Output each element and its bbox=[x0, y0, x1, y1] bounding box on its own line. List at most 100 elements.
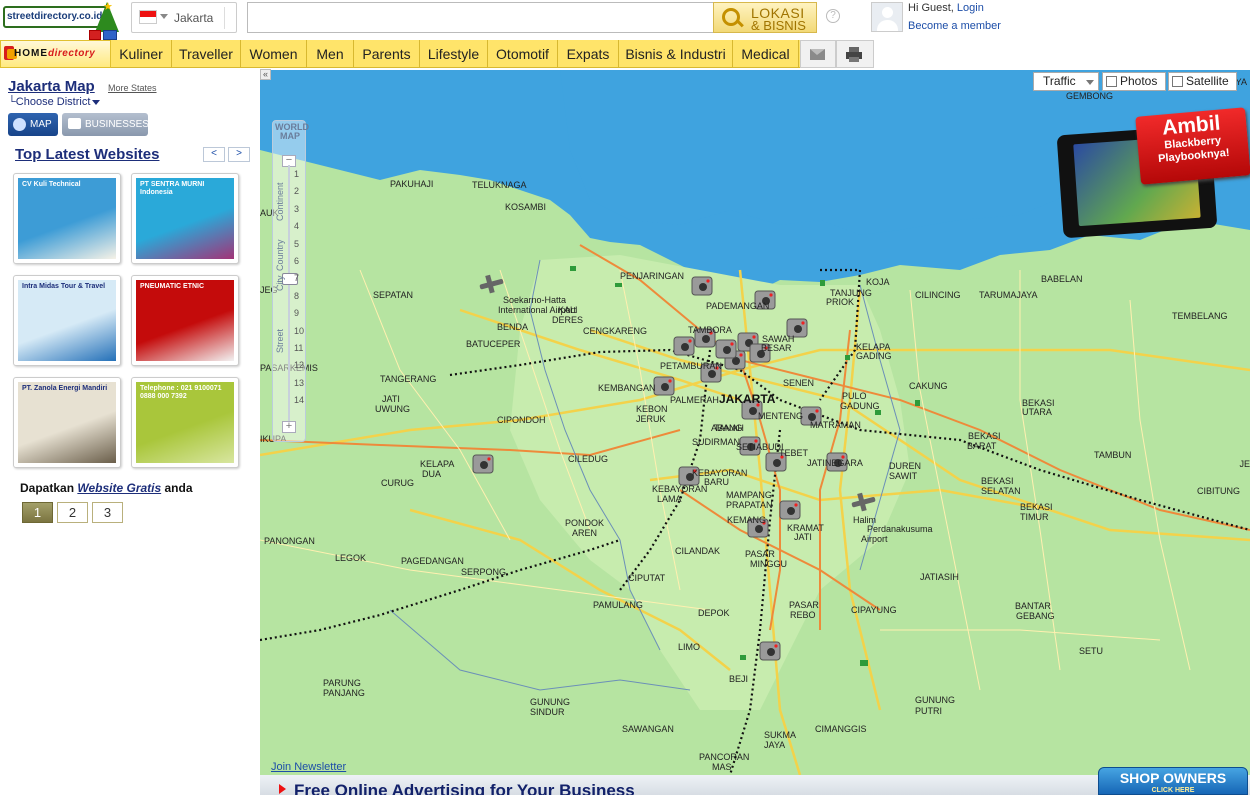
website-thumbnail[interactable]: PNEUMATIC ETNIC bbox=[131, 275, 239, 366]
place-label: SUDIRMAN bbox=[692, 437, 740, 447]
login-link[interactable]: Login bbox=[957, 2, 984, 14]
nav-item-women[interactable]: Women bbox=[241, 40, 307, 68]
place-label: SUKMA bbox=[764, 730, 796, 740]
traffic-camera-icon[interactable] bbox=[653, 376, 675, 396]
traffic-camera-icon[interactable] bbox=[673, 336, 695, 356]
place-label: GUNUNG bbox=[915, 695, 955, 705]
chevron-down-icon bbox=[92, 99, 101, 105]
gratis-prefix: Dapatkan bbox=[20, 481, 78, 495]
nav-item-otomotif[interactable]: Otomotif bbox=[488, 40, 558, 68]
top-latest-websites-title[interactable]: Top Latest Websites bbox=[15, 146, 159, 163]
nav-item-bisnis-industri[interactable]: Bisnis & Industri bbox=[619, 40, 733, 68]
place-label: JERUK bbox=[636, 414, 666, 424]
businesses-view-button[interactable]: BUSINESSES bbox=[62, 113, 149, 136]
nav-item-lifestyle[interactable]: Lifestyle bbox=[420, 40, 488, 68]
place-label: GUNUNG bbox=[530, 697, 570, 707]
place-label: KEBAYORAN bbox=[652, 484, 707, 494]
place-label: CENGKARENG bbox=[583, 326, 647, 336]
email-button[interactable] bbox=[800, 40, 836, 68]
site-logo[interactable]: streetdirectory.co.id ★ bbox=[3, 1, 121, 40]
world-map-button[interactable]: WORLD MAP bbox=[275, 123, 309, 141]
zoom-in-button[interactable]: + bbox=[282, 421, 296, 433]
page-button-1[interactable]: 1 bbox=[22, 502, 53, 523]
arrow-right-icon bbox=[279, 784, 286, 794]
zoom-tick-label: 2 bbox=[294, 186, 300, 197]
website-thumbnail[interactable]: Intra Midas Tour & Travel bbox=[13, 275, 121, 366]
place-label: TEBET bbox=[779, 448, 809, 458]
traffic-layer-dropdown[interactable]: Traffic bbox=[1033, 72, 1099, 91]
place-label: MAS bbox=[712, 762, 732, 772]
place-label: JAKARTA bbox=[719, 392, 776, 406]
place-label: SAWANGAN bbox=[622, 724, 674, 734]
next-arrow-button[interactable]: > bbox=[228, 147, 250, 162]
place-label: PALMERAH bbox=[670, 395, 719, 405]
zoom-control[interactable]: WORLD MAP − + 1 2 3 4 5 6 7 8 9 10 11 12 13 14 Contine… bbox=[272, 120, 309, 442]
help-icon[interactable]: ? bbox=[826, 9, 840, 23]
website-thumbnail[interactable]: PT. Zanola Energi Mandiri bbox=[13, 377, 121, 468]
zoom-tick-label: 5 bbox=[294, 238, 300, 249]
nav-home-prefix: HOME bbox=[14, 48, 48, 59]
place-label: SERPONG bbox=[461, 567, 506, 577]
place-label: UTARA bbox=[1022, 407, 1052, 417]
nav-item-men[interactable]: Men bbox=[307, 40, 354, 68]
place-label: SAWIT bbox=[889, 471, 918, 481]
place-label: DUA bbox=[422, 469, 441, 479]
zoom-tick-label: 4 bbox=[294, 221, 300, 232]
website-thumbnail[interactable]: Telephone : 021 9100071 0888 000 7392 bbox=[131, 377, 239, 468]
greeting-text: Hi Guest, bbox=[908, 2, 957, 14]
nav-item-expats[interactable]: Expats bbox=[558, 40, 619, 68]
zoom-tick-label: 14 bbox=[294, 395, 305, 406]
print-button[interactable] bbox=[836, 40, 874, 68]
globe-icon bbox=[13, 118, 26, 131]
place-label: PAGEDANGAN bbox=[401, 556, 464, 566]
place-label: PULO bbox=[842, 391, 867, 401]
place-label: CURUG bbox=[381, 478, 414, 488]
nav-item-parents[interactable]: Parents bbox=[354, 40, 420, 68]
page-button-2[interactable]: 2 bbox=[57, 502, 88, 523]
traffic-camera-icon[interactable] bbox=[759, 641, 781, 661]
website-gratis-link[interactable]: Website Gratis bbox=[77, 481, 161, 495]
place-label: BENDA bbox=[497, 322, 528, 332]
thumbnail-image: PT SENTRA MURNI Indonesia bbox=[136, 178, 234, 259]
collapse-sidebar-button[interactable]: « bbox=[260, 69, 271, 80]
city-select[interactable]: Jakarta bbox=[131, 2, 237, 33]
traffic-camera-icon[interactable] bbox=[715, 339, 737, 359]
place-label: JATIASIH bbox=[920, 572, 959, 582]
thumbnail-image: PNEUMATIC ETNIC bbox=[136, 280, 234, 361]
map-view-button[interactable]: MAP bbox=[8, 113, 58, 136]
place-label: LAMA bbox=[657, 494, 682, 504]
website-thumbnail[interactable]: PT SENTRA MURNI Indonesia bbox=[131, 173, 239, 264]
nav-item-kuliner[interactable]: Kuliner bbox=[111, 40, 172, 68]
choose-district-dropdown[interactable]: └Choose District bbox=[8, 96, 101, 108]
traffic-camera-icon[interactable] bbox=[472, 454, 494, 474]
shop-owners-button[interactable]: SHOP OWNERS CLICK HERE bbox=[1098, 767, 1248, 795]
nav-item-medical[interactable]: Medical bbox=[733, 40, 799, 68]
search-input[interactable] bbox=[247, 2, 714, 33]
satellite-checkbox[interactable]: Satellite bbox=[1168, 72, 1237, 91]
prev-arrow-button[interactable]: < bbox=[203, 147, 225, 162]
photos-label: Photos bbox=[1120, 74, 1158, 88]
nav-home-directory[interactable]: HOMEdirectory bbox=[0, 40, 111, 68]
place-label: CILINCING bbox=[915, 290, 961, 300]
become-member-link[interactable]: Become a member bbox=[908, 20, 1001, 32]
traffic-camera-icon[interactable] bbox=[691, 276, 713, 296]
place-label: MATRAMAN bbox=[810, 420, 861, 430]
place-label: SETIABUDI bbox=[736, 442, 784, 452]
zoom-tick-label: 10 bbox=[294, 325, 305, 336]
place-label: KALI bbox=[558, 305, 578, 315]
place-label: LEGOK bbox=[335, 553, 366, 563]
page-button-3[interactable]: 3 bbox=[92, 502, 123, 523]
place-label: JATI bbox=[794, 532, 812, 542]
more-states-link[interactable]: More States bbox=[108, 83, 157, 93]
traffic-camera-icon[interactable] bbox=[779, 500, 801, 520]
join-newsletter-link[interactable]: Join Newsletter bbox=[271, 761, 346, 773]
website-thumbnail[interactable]: CV Kuli Technical bbox=[13, 173, 121, 264]
search-button[interactable]: LOKASI & BISNIS bbox=[713, 2, 817, 33]
place-label: MENTENG bbox=[758, 411, 803, 421]
blackberry-playbook-ad[interactable]: Ambil Blackberry Playbooknya! bbox=[1056, 107, 1250, 239]
map-title[interactable]: Jakarta Map bbox=[8, 78, 95, 95]
photos-checkbox[interactable]: Photos bbox=[1102, 72, 1166, 91]
zoom-track[interactable] bbox=[288, 165, 290, 423]
nav-item-traveller[interactable]: Traveller bbox=[172, 40, 241, 68]
gratis-suffix: anda bbox=[161, 481, 193, 495]
